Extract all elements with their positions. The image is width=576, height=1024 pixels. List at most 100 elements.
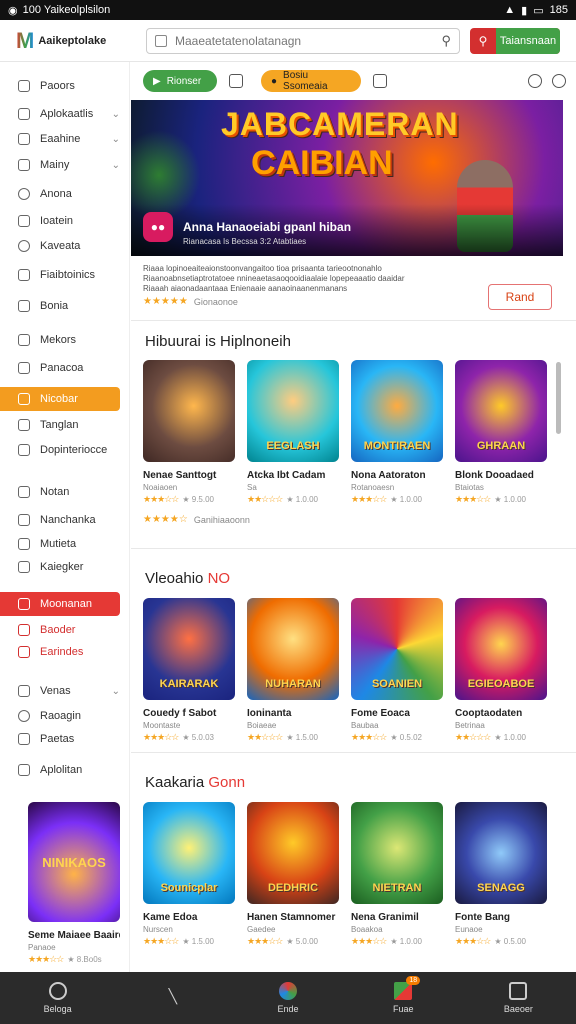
sidebar-item-nanchanka[interactable]: Nanchanka <box>0 508 120 532</box>
sidebar-item-dopinteriocce[interactable]: Dopinteriocce <box>0 438 120 462</box>
bookmark-icon[interactable] <box>229 74 243 88</box>
rating-count: Gionaonoe <box>193 296 238 307</box>
stars-text: ★★★☆☆ <box>351 494 387 504</box>
sidebar-item-panacoa[interactable]: Panacoa <box>0 356 120 380</box>
sidebar-item-label: Kaveata <box>40 240 81 252</box>
game-card[interactable]: Nenae Santtogt Noaiaoen ★★★☆☆ ★ 9.5.00 <box>143 360 235 505</box>
sidebar-item-kaveata[interactable]: Kaveata <box>0 234 120 258</box>
settings-icon <box>18 240 30 252</box>
game-card[interactable]: GHRAAN Blonk Dooadaed Btaiotas ★★★☆☆ ★ 1.… <box>455 360 547 505</box>
rating-count: ★ 5.0.03 <box>182 733 214 742</box>
nav-apps[interactable]: Ende <box>230 972 345 1024</box>
sidebar-item-mekors[interactable]: Mekors <box>0 328 120 352</box>
flag-icon: 18 <box>394 976 421 1000</box>
nav-flag[interactable]: 18 Fuae <box>346 972 461 1024</box>
game-card[interactable]: DEDHRIC Hanen Stamnomer Gaedee ★★★☆☆ ★ 5.… <box>247 802 339 947</box>
sidebar-item-nicobar[interactable]: Nicobar <box>0 387 120 411</box>
chevron-down-icon: ⌄ <box>111 159 120 171</box>
sidebar-item-tanglan[interactable]: Tanglan <box>0 413 120 437</box>
home-icon <box>48 982 67 1000</box>
sidebar-item-fiaibtoinics[interactable]: Fiaibtoinics <box>0 263 120 287</box>
card-title: Nona Aatoraton <box>351 470 426 481</box>
card-title: Blonk Dooadaed <box>455 470 534 481</box>
nav-slash[interactable]: ╲ <box>115 972 230 1024</box>
sidebar-item-mainy[interactable]: Mainy ⌄ <box>0 153 120 177</box>
sidebar-item-earindes[interactable]: Earindes <box>0 640 120 664</box>
card-subtitle: Btaiotas <box>455 483 484 492</box>
rating-stars: ★★★☆☆ ★ 8.Bo0s <box>28 954 120 965</box>
sidebar-item-eaahine[interactable]: Eaahine ⌄ <box>0 127 120 151</box>
game-card[interactable]: MONTIRAEN Nona Aatoraton Rotanoaesn ★★★☆… <box>351 360 443 505</box>
sidebar-item-anona[interactable]: Anona <box>0 182 120 206</box>
share-icon[interactable] <box>373 74 387 88</box>
sidebar-item-bonia[interactable]: Bonia <box>0 294 120 318</box>
sidebar-item-label: Baoder <box>40 624 76 636</box>
sidebar-item-moonanan[interactable]: Moonanan <box>0 592 120 616</box>
header-action-label: Taiansnaan <box>496 27 560 54</box>
game-card[interactable]: Sounicplar Kame Edoa Nurscen ★★★☆☆ ★ 1.5.… <box>143 802 235 947</box>
top-bar: M Aaikeptolake Maaeatetatenolatanagn ⚲ ⚲… <box>0 20 576 62</box>
scrollbar[interactable] <box>556 362 561 434</box>
game-thumbnail: EEGLASH <box>247 360 339 462</box>
chart-icon <box>18 733 30 745</box>
sidebar-item-aplokaatlis[interactable]: Aplokaatlis ⌄ <box>0 102 120 126</box>
sidebar-item-label: Kaiegker <box>40 561 84 573</box>
sidebar-item-raoagin[interactable]: Raoagin <box>0 704 120 728</box>
pill-orange[interactable]: ● Bosiu Ssomeaia <box>261 70 361 92</box>
sidebar-item-mutieta[interactable]: Mutieta <box>0 532 120 556</box>
divider <box>131 752 576 753</box>
app-logo[interactable]: M Aaikeptolake <box>0 28 130 54</box>
game-thumbnail: NIETRAN <box>351 802 443 904</box>
bolt-icon: ● <box>271 75 278 87</box>
gamepad-icon <box>18 133 30 145</box>
grid-icon <box>18 561 30 573</box>
game-card[interactable]: KAIRARAK Couedy f Sabot Moontaste ★★★☆☆ ★… <box>143 598 235 743</box>
battery-icon: ▭ <box>533 4 544 17</box>
game-card[interactable]: EGIEOABOE Cooptaodaten Betrinaa ★★☆☆☆ ★ 1… <box>455 598 547 743</box>
search-icon[interactable]: ⚲ <box>441 33 451 49</box>
notification-icon: ◉ <box>8 4 18 17</box>
main-content: ▶ Rionser ● Bosiu Ssomeaia JABCAMERAN CA… <box>131 62 576 972</box>
hero-title-line1: JABCAMERAN <box>221 106 459 142</box>
rating-stars: ★★★☆☆ ★ 5.0.03 <box>143 732 235 743</box>
header-action-button[interactable]: ⚲ Taiansnaan <box>470 27 560 54</box>
coin-icon <box>18 624 30 636</box>
game-card[interactable]: EEGLASH Atcka Ibt Cadam Sa ★★☆☆☆ ★ 1.0.00 <box>247 360 339 505</box>
rating-stars: ★★☆☆☆ ★ 1.0.00 <box>247 494 339 505</box>
sidebar-item-notan[interactable]: Notan <box>0 480 120 504</box>
sidebar-item-label: Anona <box>40 188 72 200</box>
battery-level: 185 <box>549 4 568 16</box>
pill-green[interactable]: ▶ Rionser <box>143 70 217 92</box>
chart-icon <box>18 269 30 281</box>
hero-banner[interactable]: JABCAMERAN CAIBIAN ●● Anna Hanaoeiabi gp… <box>131 100 563 256</box>
sidebar-item-kaiegker[interactable]: Kaiegker <box>0 555 120 579</box>
game-card[interactable]: NIETRAN Nena Granimil Boaakoa ★★★☆☆ ★ 1.0… <box>351 802 443 947</box>
sidebar-item-paetas[interactable]: Paetas <box>0 727 120 751</box>
emoji-icon[interactable] <box>528 74 542 88</box>
sidebar-featured-card[interactable]: NINIKAOS Seme Maiaee Baaird Panaoe ★★★☆☆… <box>28 802 120 965</box>
play-icon: ▶ <box>153 75 161 87</box>
hero-app-title: Anna Hanaoeiabi gpanl hiban <box>183 220 352 234</box>
game-card[interactable]: SOANIEN Fome Eoaca Baubaa ★★★☆☆ ★ 0.5.02 <box>351 598 443 743</box>
mail-icon <box>18 444 30 456</box>
stars-text: ★★★☆☆ <box>455 936 491 946</box>
clock-icon[interactable] <box>552 74 566 88</box>
home-icon <box>18 215 30 227</box>
sidebar-item-baoder[interactable]: Baoder <box>0 618 120 642</box>
sidebar-item-label: Panacoa <box>40 362 84 374</box>
rand-button[interactable]: Rand <box>488 284 552 310</box>
search-input[interactable]: Maaeatetatenolatanagn ⚲ <box>146 27 460 54</box>
apps-icon <box>18 108 30 120</box>
sidebar-item-paoors[interactable]: Paoors <box>0 74 120 98</box>
sidebar-item-aplolitan[interactable]: Aplolitan <box>0 758 120 782</box>
game-card[interactable]: NUHARAN Ioninanta Boiaeae ★★☆☆☆ ★ 1.5.00 <box>247 598 339 743</box>
game-card[interactable]: SENAGG Fonte Bang Eunaoe ★★★☆☆ ★ 0.5.00 <box>455 802 547 947</box>
nav-profile[interactable]: Baeoer <box>461 972 576 1024</box>
divider <box>131 548 576 549</box>
sidebar-item-ioatein[interactable]: Ioatein <box>0 209 120 233</box>
nav-home[interactable]: Beloga <box>0 972 115 1024</box>
card-subtitle: Gaedee <box>247 925 276 934</box>
sidebar-item-venas[interactable]: Venas ⌄ <box>0 679 120 703</box>
edit-icon <box>18 334 30 346</box>
game-thumbnail: NINIKAOS <box>28 802 120 922</box>
